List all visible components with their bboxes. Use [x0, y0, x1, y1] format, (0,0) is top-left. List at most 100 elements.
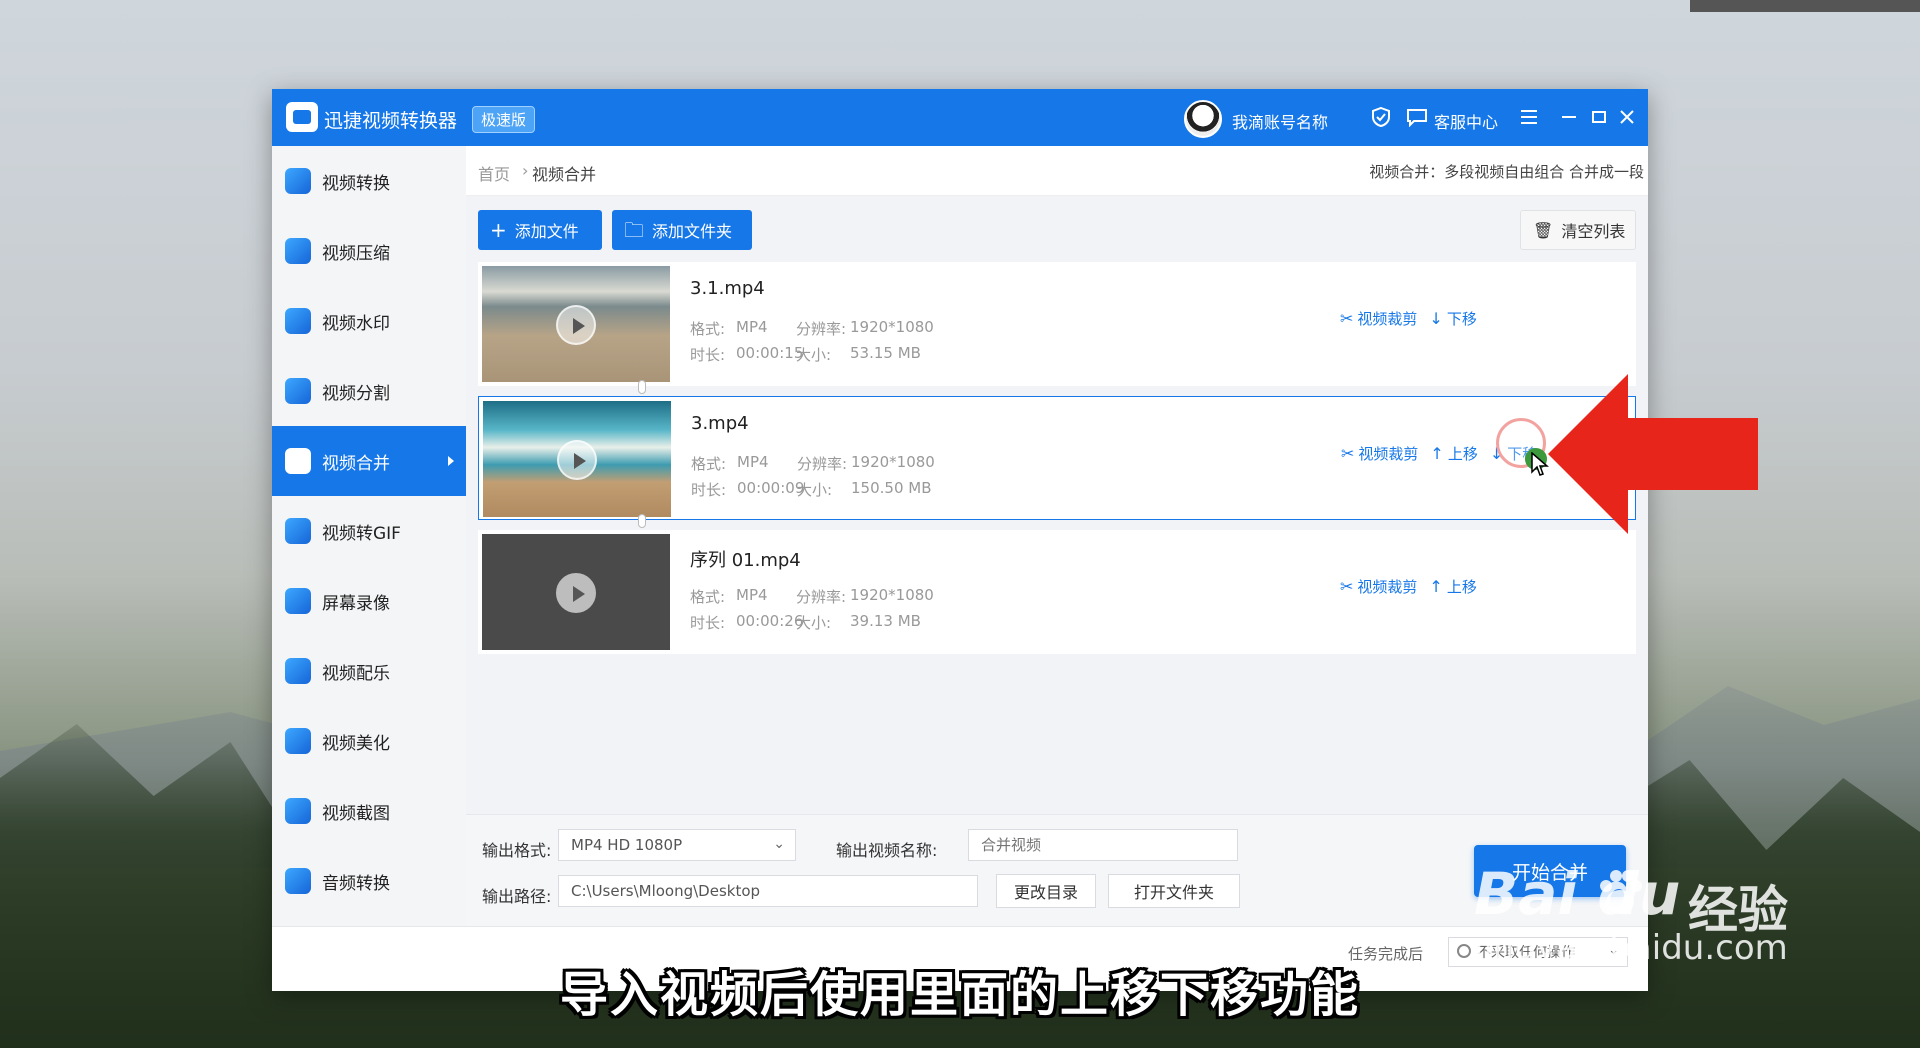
duration-label: 时长:	[690, 346, 726, 364]
resolution-value: 1920*1080	[851, 453, 935, 471]
output-format-select[interactable]: MP4 HD 1080P ⌄	[558, 829, 796, 861]
menu-icon[interactable]	[1520, 108, 1538, 126]
breadcrumb-separator: ›	[522, 161, 529, 180]
move-up-label: 上移	[1446, 578, 1477, 596]
customer-service-link[interactable]: 客服中心	[1434, 109, 1498, 133]
breadcrumb: 首页 › 视频合并 视频合并：多段视频自由组合 合并成一段	[466, 146, 1648, 196]
list-item[interactable]: 3.mp4 格式: MP4 分辨率: 1920*1080 时长: 00:00:0…	[478, 396, 1636, 520]
list-item[interactable]: 序列 01.mp4 格式: MP4 分辨率: 1920*1080 时长: 00:…	[478, 530, 1636, 654]
sidebar-item-video-gif[interactable]: 视频转GIF	[272, 496, 466, 566]
minimize-icon[interactable]	[1558, 106, 1580, 128]
mouse-cursor-icon	[1531, 452, 1550, 476]
trim-label: 视频裁剪	[1357, 578, 1418, 596]
size-value: 150.50 MB	[851, 479, 932, 497]
folder-icon: 🗀	[624, 218, 644, 242]
red-arrow-icon	[1548, 374, 1758, 534]
resolution-label: 分辨率:	[796, 588, 847, 606]
maximize-icon[interactable]	[1588, 106, 1610, 128]
video-split-icon	[285, 378, 311, 404]
close-icon[interactable]	[1616, 106, 1638, 128]
link-connector	[638, 514, 646, 528]
play-icon[interactable]	[557, 440, 597, 480]
arrow-up-icon: ↑	[1430, 444, 1444, 463]
trash-icon: 🗑	[1533, 220, 1554, 240]
list-item[interactable]: 3.1.mp4 格式: MP4 分辨率: 1920*1080 时长: 00:00…	[478, 262, 1636, 386]
app-title: 迅捷视频转换器	[324, 110, 458, 132]
sidebar-item-video-compress[interactable]: 视频压缩	[272, 216, 466, 286]
avatar[interactable]	[1184, 100, 1222, 138]
sidebar-item-label: 屏幕录像	[322, 593, 390, 614]
add-folder-button[interactable]: 🗀 添加文件夹	[612, 210, 752, 250]
format-value: MP4	[736, 586, 768, 604]
account-name[interactable]: 我滴账号名称	[1232, 109, 1328, 133]
shield-icon[interactable]	[1370, 106, 1392, 128]
open-folder-button[interactable]: 打开文件夹	[1108, 874, 1240, 908]
output-path-field[interactable]: C:\Users\Mloong\Desktop	[558, 875, 978, 907]
duration-label: 时长:	[691, 481, 727, 499]
sidebar-item-video-convert[interactable]: 视频转换	[272, 146, 466, 216]
screenshot-icon	[285, 798, 311, 824]
move-down-button[interactable]: ↓ 下移	[1429, 308, 1476, 329]
sidebar-item-video-watermark[interactable]: 视频水印	[272, 286, 466, 356]
video-thumbnail[interactable]	[483, 401, 671, 517]
video-thumbnail[interactable]	[482, 266, 670, 382]
video-thumbnail[interactable]	[482, 534, 670, 650]
file-list-panel: + 添加文件 🗀 添加文件夹 🗑 清空列表 3.1.mp4 格式: MP4 分辨…	[466, 196, 1648, 814]
sidebar-item-label: 视频美化	[322, 733, 390, 754]
breadcrumb-home[interactable]: 首页	[478, 161, 510, 185]
trim-button[interactable]: ✂ 视频裁剪	[1340, 308, 1417, 329]
trim-button[interactable]: ✂ 视频裁剪	[1341, 443, 1418, 464]
file-name: 3.mp4	[691, 413, 749, 434]
clear-list-button[interactable]: 🗑 清空列表	[1520, 210, 1636, 250]
add-file-button[interactable]: + 添加文件	[478, 210, 602, 250]
sidebar-item-label: 视频截图	[322, 803, 390, 824]
sidebar-item-video-split[interactable]: 视频分割	[272, 356, 466, 426]
size-label: 大小:	[796, 614, 832, 632]
row-actions: ✂ 视频裁剪 ↓ 下移	[1340, 308, 1477, 329]
beautify-icon	[285, 728, 311, 754]
edition-badge: 极速版	[472, 106, 536, 133]
video-watermark-icon	[285, 308, 311, 334]
output-name-input[interactable]	[968, 829, 1238, 861]
sidebar-item-screen-record[interactable]: 屏幕录像	[272, 566, 466, 636]
sidebar-item-label: 视频转换	[322, 173, 390, 194]
scissors-icon: ✂	[1341, 444, 1355, 463]
sidebar-item-audio-convert[interactable]: 音频转换	[272, 846, 466, 916]
play-icon[interactable]	[556, 305, 596, 345]
add-file-label: 添加文件	[514, 222, 579, 241]
size-value: 39.13 MB	[850, 612, 921, 630]
format-label: 格式:	[691, 455, 727, 473]
sidebar-item-label: 视频分割	[322, 383, 390, 404]
size-label: 大小:	[796, 346, 832, 364]
resolution-value: 1920*1080	[850, 586, 934, 604]
sidebar-item-label: 视频配乐	[322, 663, 390, 684]
paw-icon	[1600, 870, 1642, 914]
sidebar-item-video-screenshot[interactable]: 视频截图	[272, 776, 466, 846]
move-up-button[interactable]: ↑ 上移	[1429, 576, 1476, 597]
sidebar-item-label: 视频合并	[322, 453, 390, 474]
output-path-value: C:\Users\Mloong\Desktop	[571, 882, 761, 900]
file-name: 序列 01.mp4	[690, 550, 801, 571]
music-icon	[285, 658, 311, 684]
sidebar-item-label: 视频水印	[322, 313, 390, 334]
play-icon[interactable]	[556, 573, 596, 613]
sidebar-item-label: 视频压缩	[322, 243, 390, 264]
audio-convert-icon	[285, 868, 311, 894]
move-up-button[interactable]: ↑ 上移	[1430, 443, 1477, 464]
sidebar-item-video-beautify[interactable]: 视频美化	[272, 706, 466, 776]
trim-button[interactable]: ✂ 视频裁剪	[1340, 576, 1417, 597]
output-path-label: 输出路径:	[482, 887, 552, 906]
chat-icon[interactable]	[1406, 107, 1428, 127]
format-label: 格式:	[690, 320, 726, 338]
size-value: 53.15 MB	[850, 344, 921, 362]
file-list: 3.1.mp4 格式: MP4 分辨率: 1920*1080 时长: 00:00…	[478, 262, 1636, 656]
video-merge-icon	[285, 448, 311, 474]
app-window: 迅捷视频转换器 极速版 我滴账号名称 客服中心 视频转换 视频压缩 视频水印 视…	[272, 89, 1648, 991]
sidebar-item-video-merge[interactable]: 视频合并	[272, 426, 466, 496]
resolution-value: 1920*1080	[850, 318, 934, 336]
change-dir-button[interactable]: 更改目录	[996, 874, 1096, 908]
sidebar-item-video-music[interactable]: 视频配乐	[272, 636, 466, 706]
sidebar: 视频转换 视频压缩 视频水印 视频分割 视频合并 视频转GIF 屏幕录像 视频配…	[272, 146, 466, 926]
title-bar: 迅捷视频转换器 极速版 我滴账号名称 客服中心	[272, 89, 1648, 146]
output-name-label: 输出视频名称:	[836, 841, 938, 860]
